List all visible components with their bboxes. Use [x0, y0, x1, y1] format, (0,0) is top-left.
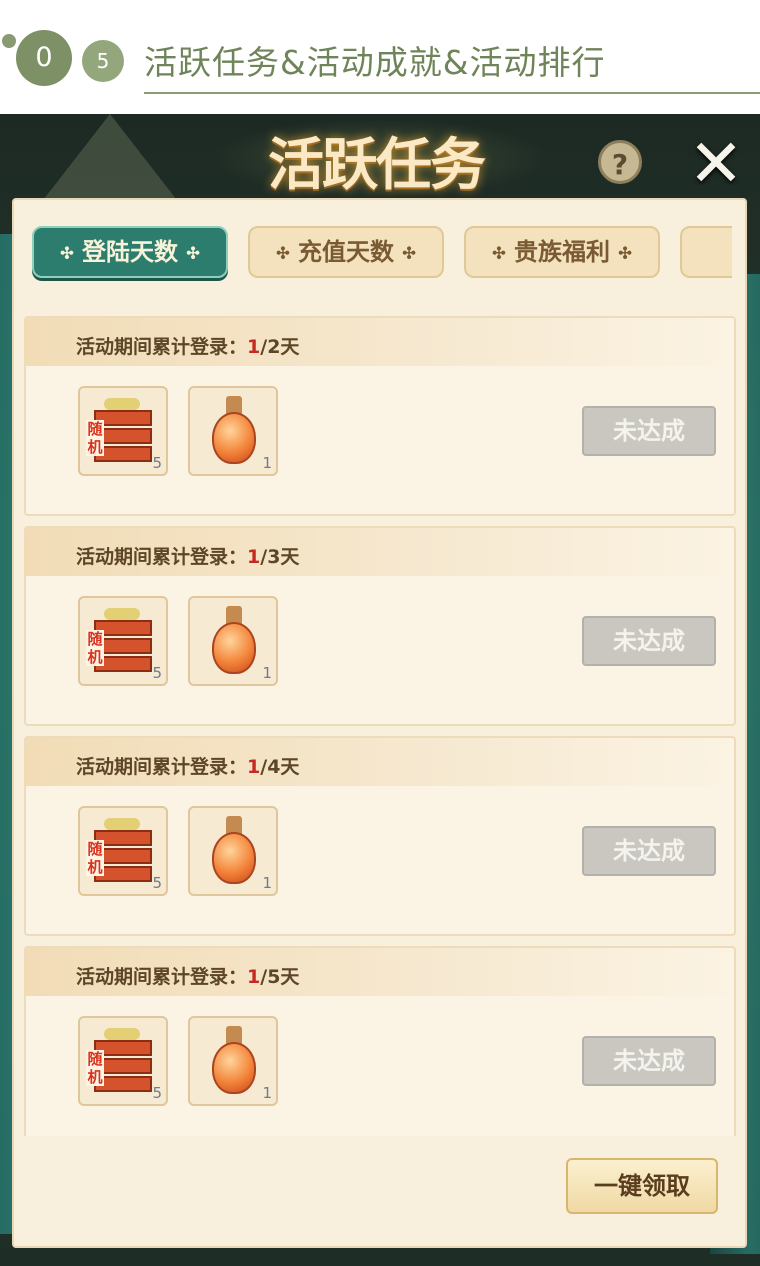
tab-ornament-icon: ✣: [60, 243, 74, 263]
progress-current: 1: [247, 756, 261, 778]
tab-label: 充值天数: [298, 237, 394, 266]
reward-slot[interactable]: 1: [188, 596, 278, 686]
reward-quantity: 5: [152, 1084, 162, 1102]
random-badge: 随机: [86, 420, 104, 456]
tab-recharge-days[interactable]: ✣ 充值天数 ✣: [248, 226, 444, 278]
reward-quantity: 5: [152, 874, 162, 892]
reward-quantity: 1: [262, 874, 272, 892]
random-gift-box-icon: 随机: [86, 818, 156, 884]
tab-ornament-icon: ✣: [618, 243, 632, 263]
task-panel: ✣ 登陆天数 ✣ ✣ 充值天数 ✣ ✣ 贵族福利 ✣ ✣: [12, 198, 747, 1248]
tab-ornament-icon: ✣: [492, 243, 506, 263]
orange-potion-bottle-icon: [210, 1026, 260, 1098]
orange-potion-bottle-icon: [210, 606, 260, 678]
reward-slot[interactable]: 随机 5: [78, 596, 168, 686]
reward-slot[interactable]: 随机 5: [78, 386, 168, 476]
tab-bar[interactable]: ✣ 登陆天数 ✣ ✣ 充值天数 ✣ ✣ 贵族福利 ✣ ✣: [32, 226, 732, 286]
progress-target: /2天: [260, 336, 300, 358]
header-divider: [144, 92, 760, 94]
close-icon: ✕: [688, 125, 744, 202]
task-requirement: 活动期间累计登录：1/5天: [76, 966, 300, 988]
progress-target: /5天: [260, 966, 300, 988]
orange-potion-bottle-icon: [210, 396, 260, 468]
task-requirement: 活动期间累计登录：1/2天: [76, 336, 300, 358]
task-card: 活动期间累计登录：1/3天 随机 5 1 未达成: [24, 526, 736, 726]
task-card: 活动期间累计登录：1/2天 随机 5 1 未达成: [24, 316, 736, 516]
random-gift-box-icon: 随机: [86, 1028, 156, 1094]
task-card: 活动期间累计登录：1/4天 随机 5 1 未达成: [24, 736, 736, 936]
reward-quantity: 5: [152, 664, 162, 682]
not-achieved-button[interactable]: 未达成: [582, 1036, 716, 1086]
reward-quantity: 1: [262, 664, 272, 682]
progress-current: 1: [247, 546, 261, 568]
claim-all-button[interactable]: 一键领取: [566, 1158, 718, 1214]
reward-quantity: 1: [262, 454, 272, 472]
orange-potion-bottle-icon: [210, 816, 260, 888]
section-title: 活跃任务&活动成就&活动排行: [144, 43, 606, 82]
tab-ornament-icon: ✣: [276, 243, 290, 263]
random-gift-box-icon: 随机: [86, 398, 156, 464]
progress-current: 1: [247, 966, 261, 988]
not-achieved-button[interactable]: 未达成: [582, 826, 716, 876]
task-card: 活动期间累计登录：1/5天 随机 5 1 未达成: [24, 946, 736, 1136]
random-badge: 随机: [86, 630, 104, 666]
reward-quantity: 1: [262, 1084, 272, 1102]
section-number-second-digit: 5: [82, 40, 124, 82]
task-requirement: 活动期间累计登录：1/4天: [76, 756, 300, 778]
tab-login-days[interactable]: ✣ 登陆天数 ✣: [32, 226, 228, 278]
reward-slot[interactable]: 1: [188, 806, 278, 896]
reward-slot[interactable]: 随机 5: [78, 1016, 168, 1106]
not-achieved-button[interactable]: 未达成: [582, 406, 716, 456]
section-header: 0 5 活跃任务&活动成就&活动排行: [0, 0, 760, 112]
window-title: 活跃任务: [268, 132, 486, 198]
question-icon: ?: [611, 148, 629, 181]
reward-slot[interactable]: 1: [188, 1016, 278, 1106]
header-dot: [2, 34, 16, 48]
not-achieved-button[interactable]: 未达成: [582, 616, 716, 666]
tab-label: 贵族福利: [514, 237, 610, 266]
game-screen: 活跃任务 ? ✕ ✣ 登陆天数 ✣ ✣ 充值天数 ✣ ✣ 贵族福利 ✣ ✣: [0, 114, 760, 1266]
progress-target: /4天: [260, 756, 300, 778]
reward-slot[interactable]: 1: [188, 386, 278, 476]
tab-more-partial[interactable]: ✣: [680, 226, 732, 278]
progress-target: /3天: [260, 546, 300, 568]
progress-current: 1: [247, 336, 261, 358]
mountain-decoration: [40, 114, 180, 204]
random-badge: 随机: [86, 1050, 104, 1086]
reward-quantity: 5: [152, 454, 162, 472]
section-number-first-digit: 0: [16, 30, 72, 86]
tab-noble-benefits[interactable]: ✣ 贵族福利 ✣: [464, 226, 660, 278]
task-requirement: 活动期间累计登录：1/3天: [76, 546, 300, 568]
tab-ornament-icon: ✣: [186, 243, 200, 263]
reward-slot[interactable]: 随机 5: [78, 806, 168, 896]
task-list[interactable]: 活动期间累计登录：1/2天 随机 5 1 未达成 活动期间累计登录：1/3天 随…: [24, 316, 736, 1136]
random-badge: 随机: [86, 840, 104, 876]
help-button[interactable]: ?: [598, 140, 642, 184]
random-gift-box-icon: 随机: [86, 608, 156, 674]
tab-label: 登陆天数: [82, 237, 178, 266]
tab-ornament-icon: ✣: [402, 243, 416, 263]
close-button[interactable]: ✕: [686, 131, 746, 197]
